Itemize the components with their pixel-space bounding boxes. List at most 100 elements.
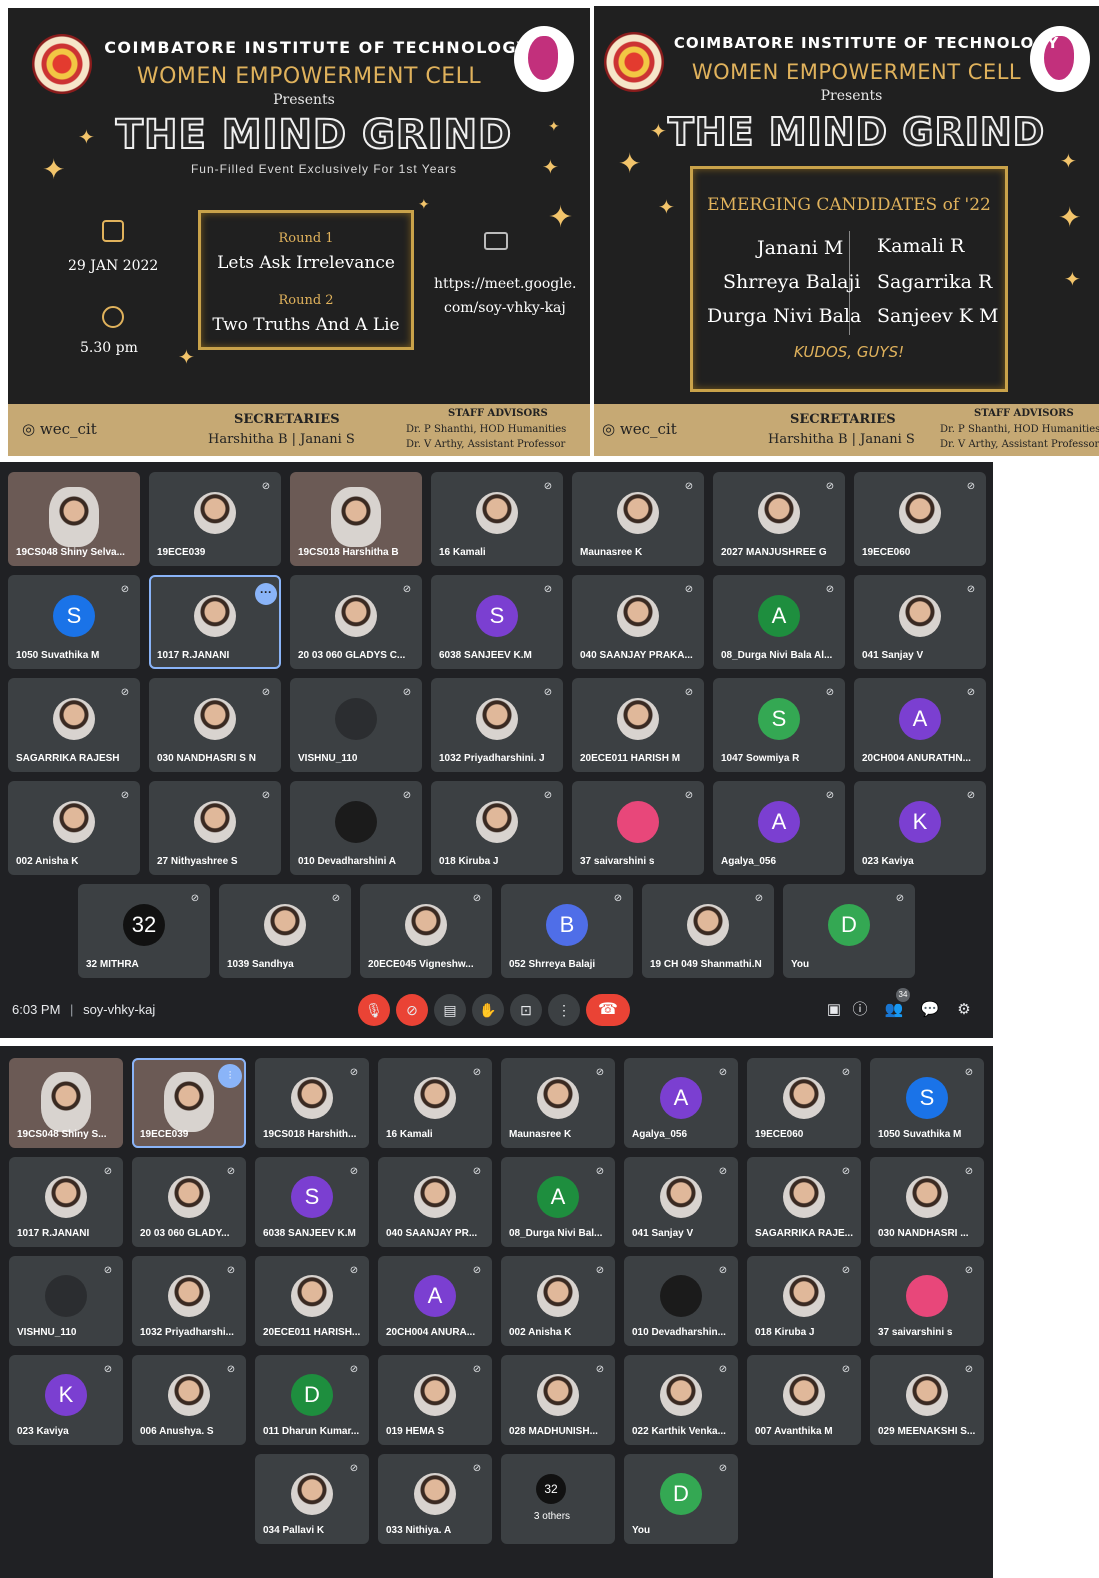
- org-name: COIMBATORE INSTITUTE OF TECHNOLOGY: [673, 34, 1060, 52]
- participant-tile[interactable]: D You ⊘: [783, 884, 915, 978]
- participant-tile[interactable]: 19CS048 Shiny S...: [9, 1058, 123, 1148]
- raise-hand-button[interactable]: ✋: [472, 994, 504, 1026]
- participant-tile[interactable]: A Agalya_056 ⊘: [624, 1058, 738, 1148]
- present-button[interactable]: ⊡: [510, 994, 542, 1026]
- participant-tile[interactable]: 002 Anisha K ⊘: [501, 1256, 615, 1346]
- leave-call-button[interactable]: ☎: [586, 994, 630, 1026]
- meeting-details-button[interactable]: ⓘ: [850, 1000, 870, 1020]
- participant-tile[interactable]: 007 Avanthika M ⊘: [747, 1355, 861, 1445]
- participant-tile[interactable]: S 1050 Suvathika M ⊘: [870, 1058, 984, 1148]
- participant-tile[interactable]: D 011 Dharun Kumar... ⊘: [255, 1355, 369, 1445]
- participant-tile[interactable]: 19CS018 Harshitha B: [290, 472, 422, 566]
- muted-mic-icon: ⊘: [349, 1067, 359, 1078]
- participant-tile[interactable]: S 1047 Sowmiya R ⊘: [713, 678, 845, 772]
- video-feed: [331, 487, 381, 548]
- participant-tile[interactable]: 20ECE011 HARISH M ⊘: [572, 678, 704, 772]
- participant-tile[interactable]: 028 MADHUNISH... ⊘: [501, 1355, 615, 1445]
- participant-tile[interactable]: 034 Pallavi K ⊘: [255, 1454, 369, 1544]
- participant-tile[interactable]: A Agalya_056 ⊘: [713, 781, 845, 875]
- participant-tile[interactable]: 37 saivarshini s ⊘: [870, 1256, 984, 1346]
- participant-tile[interactable]: 1039 Sandhya ⊘: [219, 884, 351, 978]
- chat-button[interactable]: 💬: [920, 1000, 940, 1020]
- participant-tile[interactable]: K 023 Kaviya ⊘: [9, 1355, 123, 1445]
- participant-tile[interactable]: 010 Devadharshini A ⊘: [290, 781, 422, 875]
- participant-tile[interactable]: B 052 Shrreya Balaji ⊘: [501, 884, 633, 978]
- avatar: [53, 801, 95, 844]
- participant-tile[interactable]: 033 Nithiya. A ⊘: [378, 1454, 492, 1544]
- avatar-initial: S: [758, 698, 800, 741]
- participant-tile[interactable]: Maunasree K ⊘: [501, 1058, 615, 1148]
- more-options-button[interactable]: ⋮: [548, 994, 580, 1026]
- people-button[interactable]: 👥: [884, 1000, 904, 1020]
- participant-tile[interactable]: 2027 MANJUSHREE G ⊘: [713, 472, 845, 566]
- participant-tile[interactable]: 040 SAANJAY PR... ⊘: [378, 1157, 492, 1247]
- participant-tile[interactable]: 32 3 others: [501, 1454, 615, 1544]
- participant-tile[interactable]: 19 CH 049 Shanmathi.N ⊘: [642, 884, 774, 978]
- participant-tile[interactable]: 1032 Priyadharshini. J ⊘: [431, 678, 563, 772]
- advisors-heading: STAFF ADVISORS: [974, 408, 1074, 419]
- muted-mic-icon: ⊘: [103, 1364, 113, 1375]
- participant-tile[interactable]: A 20CH004 ANURA... ⊘: [378, 1256, 492, 1346]
- participant-tile[interactable]: 19CS048 Shiny Selva...: [8, 472, 140, 566]
- participant-tile[interactable]: 018 Kiruba J ⊘: [431, 781, 563, 875]
- participant-tile[interactable]: 20 03 060 GLADY... ⊘: [132, 1157, 246, 1247]
- avatar-initial: 32: [123, 904, 165, 947]
- participant-tile[interactable]: SAGARRIKA RAJE... ⊘: [747, 1157, 861, 1247]
- participant-name: 19CS048 Shiny S...: [17, 1129, 107, 1140]
- participant-tile[interactable]: 16 Kamali ⊘: [378, 1058, 492, 1148]
- participant-tile[interactable]: 1017 R.JANANI ···: [149, 575, 281, 669]
- participant-tile[interactable]: K 023 Kaviya ⊘: [854, 781, 986, 875]
- participant-tile[interactable]: 19ECE039 ⊘: [149, 472, 281, 566]
- winners-box: EMERGING CANDIDATES of '22 Janani M Shrr…: [690, 166, 1008, 392]
- participant-tile[interactable]: 19ECE060 ⊘: [747, 1058, 861, 1148]
- participant-tile[interactable]: D You ⊘: [624, 1454, 738, 1544]
- participant-tile[interactable]: 019 HEMA S ⊘: [378, 1355, 492, 1445]
- participant-tile[interactable]: S 6038 SANJEEV K.M ⊘: [255, 1157, 369, 1247]
- kudos-text: KUDOS, GUYS!: [793, 343, 905, 361]
- activities-button[interactable]: ▣: [824, 1000, 844, 1020]
- participant-tile[interactable]: 002 Anisha K ⊘: [8, 781, 140, 875]
- participant-tile[interactable]: 006 Anushya. S ⊘: [132, 1355, 246, 1445]
- muted-mic-icon: ⊘: [472, 1364, 482, 1375]
- participant-tile[interactable]: 1032 Priyadharshi... ⊘: [132, 1256, 246, 1346]
- participant-tile[interactable]: 27 Nithyashree S ⊘: [149, 781, 281, 875]
- participant-tile[interactable]: 041 Sanjay V ⊘: [624, 1157, 738, 1247]
- round1-name: Lets Ask Irrelevance: [217, 253, 395, 273]
- participant-tile[interactable]: 030 NANDHASRI ... ⊘: [870, 1157, 984, 1247]
- captions-button[interactable]: ▤: [434, 994, 466, 1026]
- participant-tile[interactable]: 19CS018 Harshith... ⊘: [255, 1058, 369, 1148]
- participant-tile[interactable]: S 6038 SANJEEV K.M ⊘: [431, 575, 563, 669]
- participant-tile[interactable]: Maunasree K ⊘: [572, 472, 704, 566]
- participant-tile[interactable]: SAGARRIKA RAJESH ⊘: [8, 678, 140, 772]
- secretaries-heading: SECRETARIES: [234, 412, 340, 427]
- host-controls-button[interactable]: ⚙: [954, 1000, 974, 1020]
- participant-tile[interactable]: 029 MEENAKSHI S... ⊘: [870, 1355, 984, 1445]
- participant-tile[interactable]: 19ECE060 ⊘: [854, 472, 986, 566]
- participant-tile[interactable]: S 1050 Suvathika M ⊘: [8, 575, 140, 669]
- participant-tile[interactable]: 20ECE011 HARISH... ⊘: [255, 1256, 369, 1346]
- participant-tile[interactable]: 16 Kamali ⊘: [431, 472, 563, 566]
- participant-tile[interactable]: 022 Karthik Venka... ⊘: [624, 1355, 738, 1445]
- participant-tile[interactable]: 37 saivarshini s ⊘: [572, 781, 704, 875]
- muted-mic-icon: ⊘: [718, 1067, 728, 1078]
- participant-tile[interactable]: A 08_Durga Nivi Bala Al... ⊘: [713, 575, 845, 669]
- participant-tile[interactable]: 018 Kiruba J ⊘: [747, 1256, 861, 1346]
- participant-tile[interactable]: VISHNU_110 ⊘: [290, 678, 422, 772]
- participant-tile[interactable]: 040 SAANJAY PRAKA... ⊘: [572, 575, 704, 669]
- muted-mic-icon: ⊘: [684, 687, 694, 698]
- participant-tile[interactable]: 1017 R.JANANI ⊘: [9, 1157, 123, 1247]
- participant-tile[interactable]: 20ECE045 Vigneshw... ⊘: [360, 884, 492, 978]
- participant-tile[interactable]: VISHNU_110 ⊘: [9, 1256, 123, 1346]
- participant-tile[interactable]: 19ECE039 ⫶: [132, 1058, 246, 1148]
- participant-tile[interactable]: 20 03 060 GLADYS C... ⊘: [290, 575, 422, 669]
- participant-tile[interactable]: A 20CH004 ANURATHN... ⊘: [854, 678, 986, 772]
- camera-off-button[interactable]: ⊘: [396, 994, 428, 1026]
- muted-mic-icon: ⊘: [402, 584, 412, 595]
- participant-tile[interactable]: A 08_Durga Nivi Bal... ⊘: [501, 1157, 615, 1247]
- mic-off-button[interactable]: 🎙: [358, 994, 390, 1026]
- tile-options-icon[interactable]: ···: [255, 583, 277, 605]
- participant-tile[interactable]: 32 32 MITHRA ⊘: [78, 884, 210, 978]
- participant-tile[interactable]: 030 NANDHASRI S N ⊘: [149, 678, 281, 772]
- participant-tile[interactable]: 041 Sanjay V ⊘: [854, 575, 986, 669]
- participant-tile[interactable]: 010 Devadharshin... ⊘: [624, 1256, 738, 1346]
